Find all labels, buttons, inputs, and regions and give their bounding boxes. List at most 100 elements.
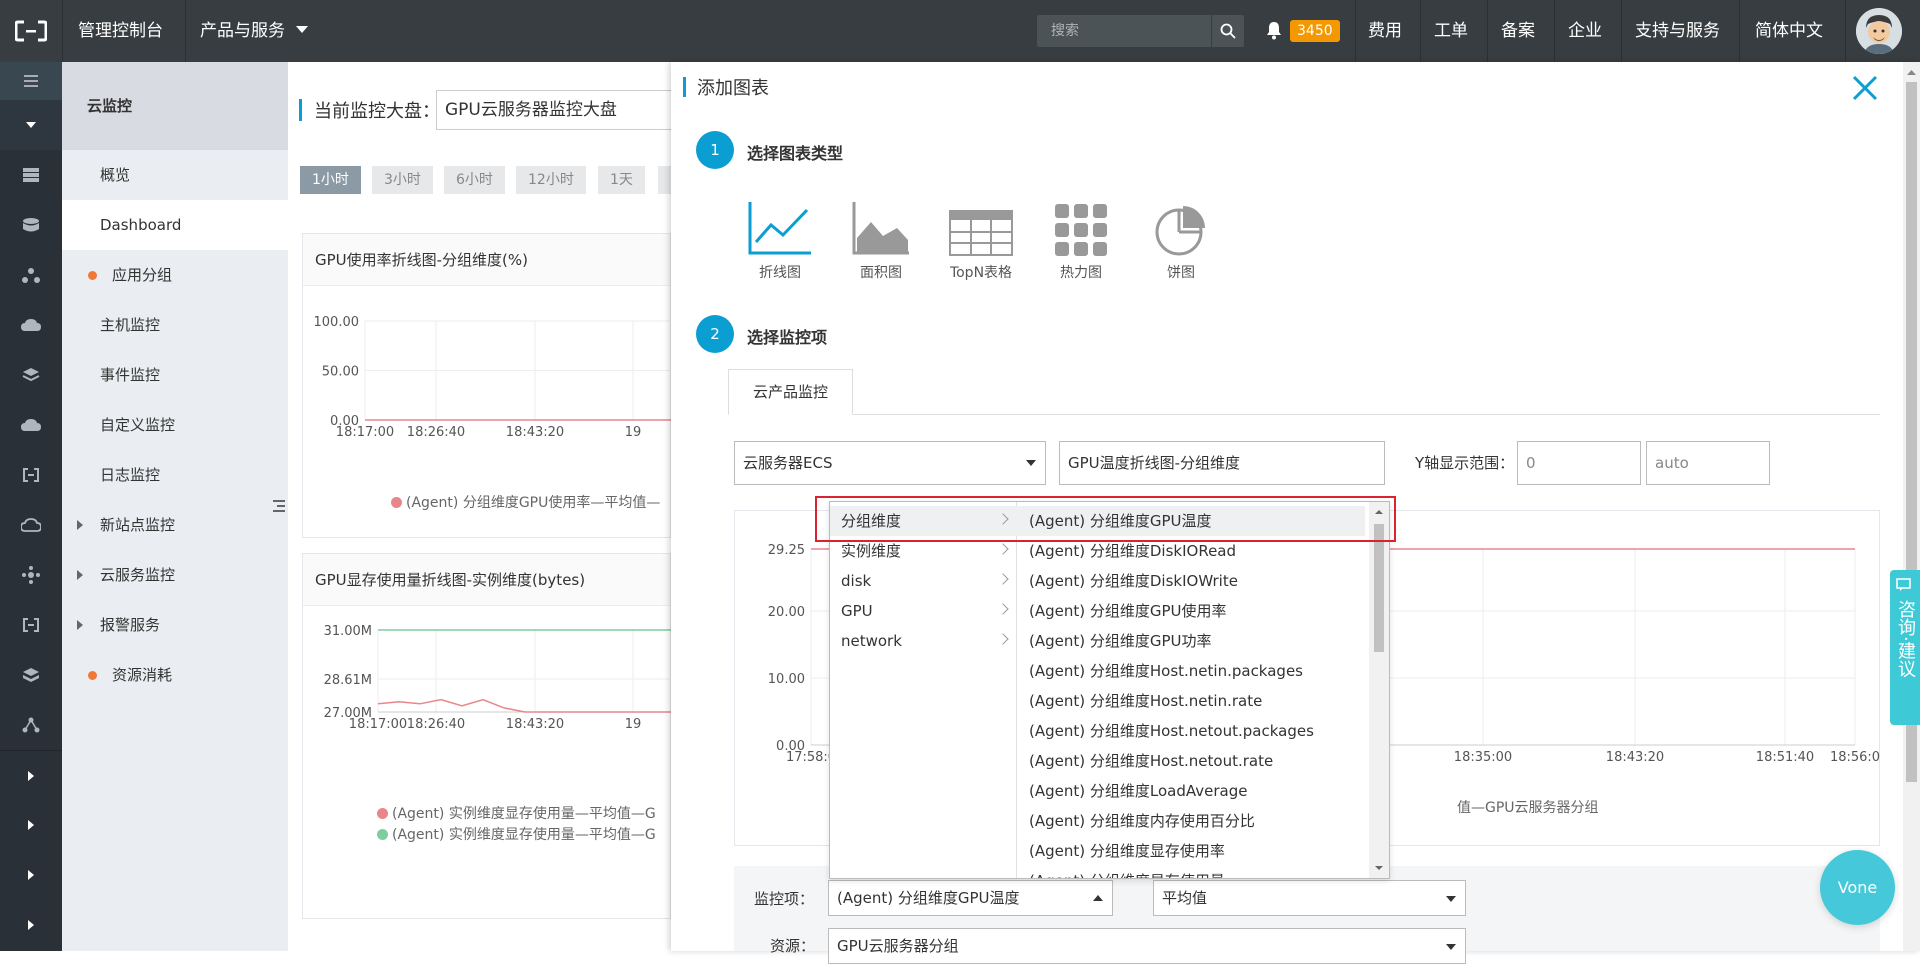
select-value: GPU云服务器分组 xyxy=(837,937,959,955)
chart-name-input[interactable]: GPU温度折线图-分组维度 xyxy=(1059,441,1385,485)
cascader-metric-option[interactable]: (Agent) 分组维度Host.netin.rate xyxy=(1017,686,1365,716)
top-navbar: 管理控制台 产品与服务 3450 费用 工单 备案 企业 支持与服务 简体中文 xyxy=(0,0,1920,62)
network-icon[interactable] xyxy=(0,250,62,300)
cascader-metric-option[interactable]: (Agent) 分组维度Host.netin.packages xyxy=(1017,656,1365,686)
sidebar-item-event-monitor[interactable]: 事件监控 xyxy=(62,350,288,400)
topology-icon[interactable] xyxy=(0,700,62,750)
cascader-metric-option[interactable]: (Agent) 分组维度内存使用百分比 xyxy=(1017,806,1365,836)
cloud-icon[interactable] xyxy=(0,400,62,450)
brackets-icon[interactable] xyxy=(0,450,62,500)
menu-scrollbar[interactable] xyxy=(1369,502,1389,878)
cascader-metric-option[interactable]: (Agent) 分组维度GPU使用率 xyxy=(1017,596,1365,626)
legend-swatch xyxy=(377,829,388,840)
current-dashboard-select[interactable]: GPU云服务器监控大盘 xyxy=(436,90,676,130)
chevron-down-icon[interactable] xyxy=(0,100,62,150)
range-1h-button[interactable]: 1小时 xyxy=(300,166,361,194)
close-icon[interactable] xyxy=(1851,74,1879,102)
vone-assistant-button[interactable]: Vone xyxy=(1820,850,1895,925)
products-menu[interactable]: 产品与服务 xyxy=(200,0,309,62)
chart-type-topn-table[interactable]: TopN表格 xyxy=(941,196,1021,282)
chevron-right-icon[interactable] xyxy=(0,750,62,800)
chart-type-pie[interactable]: 饼图 xyxy=(1141,196,1221,282)
sidebar-item-dashboard[interactable]: Dashboard xyxy=(62,200,288,250)
sidebar-collapse-handle[interactable] xyxy=(270,488,288,524)
resource-select[interactable]: GPU云服务器分组 xyxy=(828,928,1466,964)
chart-legend[interactable]: (Agent) 分组维度GPU使用率—平均值— xyxy=(391,492,660,512)
search-icon[interactable] xyxy=(1211,15,1244,47)
stack-icon[interactable] xyxy=(0,650,62,700)
enterprise-link[interactable]: 企业 xyxy=(1568,0,1602,62)
y-axis-min-input[interactable]: 0 xyxy=(1517,441,1641,485)
cascader-metric-option[interactable]: (Agent) 分组维度DiskIOWrite xyxy=(1017,566,1365,596)
sidebar-item-alarm-service[interactable]: 报警服务 xyxy=(62,600,288,650)
title-accent-bar xyxy=(683,77,686,97)
sidebar-item-site-monitor[interactable]: 新站点监控 xyxy=(62,500,288,550)
language-switch[interactable]: 简体中文 xyxy=(1755,0,1823,62)
cascader-metric-option[interactable]: (Agent) 分组维度LoadAverage xyxy=(1017,776,1365,806)
cluster-icon[interactable] xyxy=(0,550,62,600)
range-12h-button[interactable]: 12小时 xyxy=(516,166,586,194)
cascader-metric-option[interactable]: (Agent) 分组维度显存使用率 xyxy=(1017,836,1365,866)
category-label: disk xyxy=(841,572,872,590)
range-6h-button[interactable]: 6小时 xyxy=(444,166,505,194)
notification-count-badge[interactable]: 3450 xyxy=(1290,20,1340,42)
cloud-outline-icon[interactable] xyxy=(0,500,62,550)
area-chart-icon xyxy=(841,196,921,256)
preview-legend-label[interactable]: 值—GPU云服务器分组 xyxy=(1457,797,1599,817)
console-link[interactable]: 管理控制台 xyxy=(78,0,163,62)
chart-legend[interactable]: (Agent) 实例维度显存使用量—平均值—G xyxy=(377,824,656,844)
scrollbar-thumb[interactable] xyxy=(1374,524,1384,652)
database-icon[interactable] xyxy=(0,200,62,250)
cascader-metric-option[interactable]: (Agent) 分组维度GPU功率 xyxy=(1017,626,1365,656)
panel-scrollbar[interactable] xyxy=(1903,62,1920,951)
legend-label: (Agent) 实例维度显存使用量—平均值—G xyxy=(392,806,656,822)
server-icon[interactable] xyxy=(0,150,62,200)
brackets-icon[interactable] xyxy=(0,600,62,650)
cascader-metric-option[interactable]: (Agent) 分组维度Host.netout.packages xyxy=(1017,716,1365,746)
caret-right-icon xyxy=(77,570,83,580)
divider xyxy=(1420,0,1421,62)
search-input[interactable] xyxy=(1037,15,1211,47)
panel-title: 添加图表 xyxy=(697,78,769,99)
metric-select[interactable]: (Agent) 分组维度GPU温度 xyxy=(828,880,1113,916)
support-link[interactable]: 支持与服务 xyxy=(1635,0,1720,62)
range-1d-button[interactable]: 1天 xyxy=(598,166,645,194)
sidebar-item-host-monitor[interactable]: 主机监控 xyxy=(62,300,288,350)
chart-type-line[interactable]: 折线图 xyxy=(740,196,820,282)
ticket-link[interactable]: 工单 xyxy=(1434,0,1468,62)
sidebar-item-overview[interactable]: 概览 xyxy=(62,150,288,200)
range-3h-button[interactable]: 3小时 xyxy=(372,166,433,194)
billing-link[interactable]: 费用 xyxy=(1368,0,1402,62)
icp-filing-link[interactable]: 备案 xyxy=(1501,0,1535,62)
scroll-down-icon[interactable] xyxy=(1369,862,1389,874)
cloud-upload-icon[interactable] xyxy=(0,300,62,350)
chevron-right-icon[interactable] xyxy=(0,850,62,900)
sidebar-item-cloud-service-monitor[interactable]: 云服务监控 xyxy=(62,550,288,600)
chevron-right-icon[interactable] xyxy=(0,900,62,950)
y-axis-max-input[interactable]: auto xyxy=(1646,441,1770,485)
chart-legend[interactable]: (Agent) 实例维度显存使用量—平均值—G xyxy=(377,803,656,823)
bell-icon[interactable] xyxy=(1266,21,1282,44)
user-avatar[interactable] xyxy=(1856,8,1902,54)
statistic-select[interactable]: 平均值 xyxy=(1153,880,1466,916)
y-tick-label: 20.00 xyxy=(768,605,805,620)
cascader-metric-option[interactable]: (Agent) 分组维度显存使用量 xyxy=(1017,866,1365,878)
chart-type-heatmap[interactable]: 热力图 xyxy=(1041,196,1121,282)
layers-icon[interactable] xyxy=(0,350,62,400)
product-select[interactable]: 云服务器ECS xyxy=(734,441,1046,485)
sidebar-item-custom-monitor[interactable]: 自定义监控 xyxy=(62,400,288,450)
chevron-right-icon[interactable] xyxy=(0,800,62,850)
tab-cloud-product-monitor[interactable]: 云产品监控 xyxy=(728,369,853,415)
feedback-button[interactable]: 咨询·建议 xyxy=(1890,570,1920,725)
chart-type-area[interactable]: 面积图 xyxy=(841,196,921,282)
chart-title: GPU使用率折线图-分组维度(%) xyxy=(303,234,670,286)
cascader-category[interactable]: GPU xyxy=(830,596,1017,626)
cascader-category[interactable]: disk xyxy=(830,566,1017,596)
aliyun-logo-icon[interactable] xyxy=(0,0,62,62)
sidebar-item-app-groups[interactable]: 应用分组 xyxy=(62,250,288,300)
cascader-metric-option[interactable]: (Agent) 分组维度Host.netout.rate xyxy=(1017,746,1365,776)
cascader-category[interactable]: network xyxy=(830,626,1017,656)
sidebar-item-resource-usage[interactable]: 资源消耗 xyxy=(62,650,288,700)
menu-toggle-icon[interactable] xyxy=(0,62,62,100)
sidebar-item-log-monitor[interactable]: 日志监控 xyxy=(62,450,288,500)
